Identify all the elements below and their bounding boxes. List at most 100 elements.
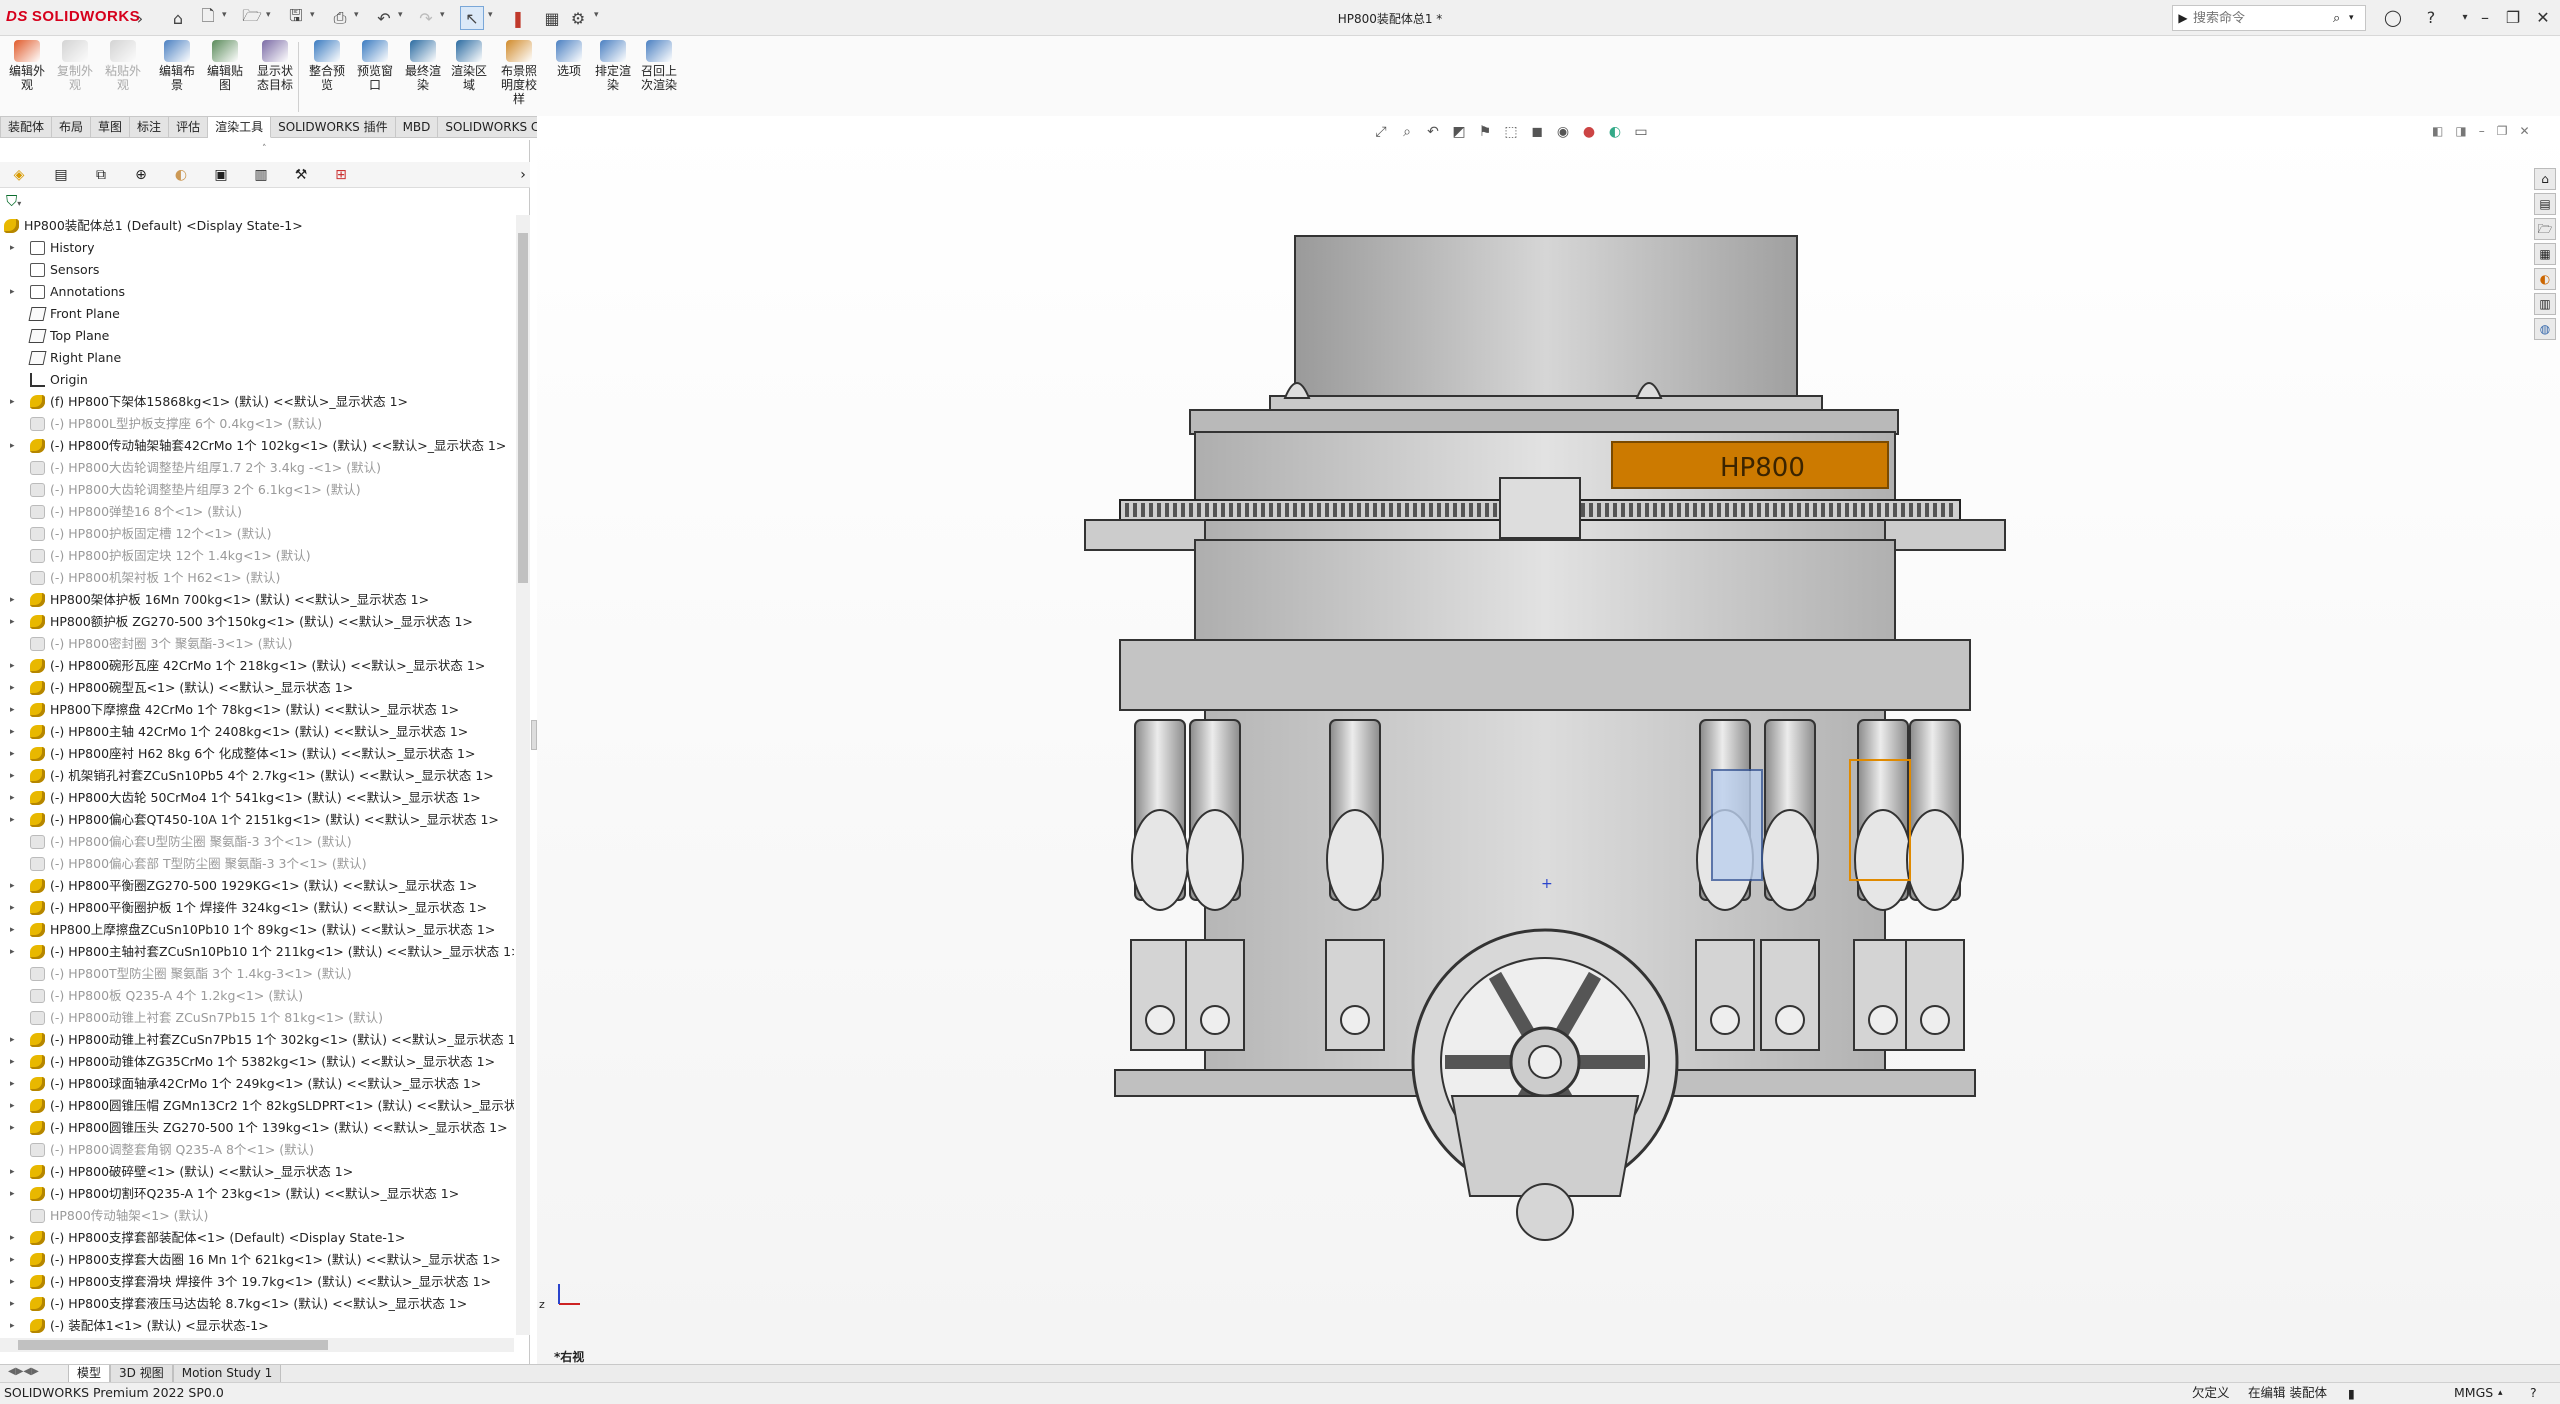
file-explorer-icon[interactable]: 🗁 — [2534, 218, 2556, 240]
apply-scene-icon[interactable]: ◐ — [1604, 122, 1626, 142]
print-icon[interactable]: ⎙ — [328, 6, 352, 30]
expand-arrow-icon[interactable]: ▸ — [10, 919, 15, 941]
ribbon-button-7[interactable]: 预览窗口 — [352, 40, 398, 92]
solidworks-resources-icon[interactable]: ⌂ — [2534, 168, 2556, 190]
command-tab-3[interactable]: 标注 — [130, 116, 170, 138]
rebuild-status-icon[interactable]: ▮ — [2348, 1384, 2355, 1404]
tree-item[interactable]: Origin — [0, 369, 514, 391]
tab-scroll-arrows[interactable]: ◀▶◀▶ — [8, 1366, 39, 1377]
help-icon[interactable]: ? — [2418, 5, 2444, 31]
minimize-icon[interactable]: – — [2472, 5, 2498, 31]
command-tab-0[interactable]: 装配体 — [0, 116, 53, 138]
tree-item[interactable]: ▸ (-) HP800大齿轮 50CrMo4 1个 541kg<1> (默认) <… — [0, 787, 514, 809]
tree-item[interactable]: Sensors — [0, 259, 514, 281]
expand-arrow-icon[interactable]: ▸ — [10, 721, 15, 743]
tree-item[interactable]: ▸ (-) HP800圆锥压帽 ZGMn13Cr2 1个 82kgSLDPRT<1… — [0, 1095, 514, 1117]
close-icon[interactable]: ✕ — [2530, 5, 2556, 31]
tree-item[interactable]: Right Plane — [0, 347, 514, 369]
ribbon-button-11[interactable]: 选项 — [546, 40, 592, 78]
zoom-to-area-icon[interactable]: ⌕ — [1396, 122, 1418, 142]
command-tab-6[interactable]: SOLIDWORKS 插件 — [271, 116, 396, 138]
bottom-tab-2[interactable]: Motion Study 1 — [172, 1365, 282, 1383]
expand-arrow-icon[interactable]: ▸ — [10, 1315, 15, 1335]
viewport-minimize-icon[interactable]: – — [2479, 124, 2485, 138]
search-dropdown-icon[interactable]: ▾ — [2349, 13, 2354, 23]
scrollbar-thumb[interactable] — [18, 1340, 328, 1350]
ribbon-button-0[interactable]: 编辑外观 — [4, 40, 50, 92]
expand-arrow-icon[interactable]: ▸ — [10, 743, 15, 765]
undo-icon[interactable]: ↶ — [372, 6, 396, 30]
display-manager-tab-icon[interactable]: ◐ — [170, 164, 192, 186]
design-library-icon[interactable]: ▤ — [2534, 193, 2556, 215]
options-gear-icon[interactable]: ⚙ — [566, 6, 590, 30]
tree-horizontal-scrollbar[interactable] — [0, 1338, 514, 1352]
panel-expand-icon[interactable]: › — [512, 164, 534, 186]
tree-item[interactable]: ▸ (-) HP800座衬 H62 8kg 6个 化成整体<1> (默认) <<默… — [0, 743, 514, 765]
restore-icon[interactable]: ❐ — [2500, 5, 2526, 31]
options-dropdown-icon[interactable]: ▾ — [594, 10, 599, 20]
tree-item[interactable]: ▸ (-) HP800球面轴承42CrMo 1个 249kg<1> (默认) <<… — [0, 1073, 514, 1095]
search-commands-box[interactable]: ▶ ⌕ ▾ — [2172, 5, 2366, 31]
expand-arrow-icon[interactable]: ▸ — [10, 1051, 15, 1073]
search-input[interactable] — [2193, 10, 2333, 26]
expand-arrow-icon[interactable]: ▸ — [10, 677, 15, 699]
expand-arrow-icon[interactable]: ▸ — [10, 875, 15, 897]
home-icon[interactable]: ⌂ — [166, 6, 190, 30]
command-tab-7[interactable]: MBD — [395, 116, 439, 138]
view-orientation-icon[interactable]: ⬚ — [1500, 122, 1522, 142]
tree-item[interactable]: ▸ History — [0, 237, 514, 259]
tree-item[interactable]: (-) HP800偏心套部 T型防尘圈 聚氨酯-3 3个<1> (默认) — [0, 853, 514, 875]
tree-item[interactable]: ▸ (-) HP800支撑套液压马达齿轮 8.7kg<1> (默认) <<默认>_… — [0, 1293, 514, 1315]
undo-dropdown-icon[interactable]: ▾ — [398, 10, 403, 20]
tree-item[interactable]: ▸ HP800架体护板 16Mn 700kg<1> (默认) <<默认>_显示状态… — [0, 589, 514, 611]
tree-item[interactable]: (-) HP800大齿轮调整垫片组厚3 2个 6.1kg<1> (默认) — [0, 479, 514, 501]
expand-arrow-icon[interactable]: ▸ — [10, 765, 15, 787]
ribbon-button-4[interactable]: 编辑贴图 — [202, 40, 248, 92]
display-style-icon[interactable]: ◼ — [1526, 122, 1548, 142]
new-document-icon[interactable]: 🗋 — [196, 6, 220, 30]
tree-item[interactable]: ▸ (-) HP800平衡圈ZG270-500 1929KG<1> (默认) <<… — [0, 875, 514, 897]
scrollbar-thumb[interactable] — [518, 233, 528, 583]
ribbon-button-10[interactable]: 布景照明度校样 — [496, 40, 542, 106]
tree-item[interactable]: ▸ (-) HP800切割环Q235-A 1个 23kg<1> (默认) <<默认… — [0, 1183, 514, 1205]
tree-item[interactable]: ▸ (-) HP800主轴衬套ZCuSn10Pb10 1个 211kg<1> (默… — [0, 941, 514, 963]
tree-item[interactable]: ▸ (-) HP800动锥上衬套ZCuSn7Pb15 1个 302kg<1> (默… — [0, 1029, 514, 1051]
ribbon-button-8[interactable]: 最终渲染 — [400, 40, 446, 92]
search-icon[interactable]: ⌕ — [2333, 11, 2349, 26]
zoom-to-fit-icon[interactable]: ⤢ — [1370, 122, 1392, 142]
expand-arrow-icon[interactable]: ▸ — [10, 1249, 15, 1271]
expand-arrow-icon[interactable]: ▸ — [10, 787, 15, 809]
filter-icon[interactable]: ⛉▾ — [6, 192, 21, 210]
hide-show-items-icon[interactable]: ◉ — [1552, 122, 1574, 142]
expand-arrow-icon[interactable]: ▸ — [10, 1095, 15, 1117]
crusher-model[interactable]: HP800 + z — [537, 116, 2560, 1364]
tree-item[interactable]: HP800装配体总1 (Default) <Display State-1> — [0, 215, 514, 237]
expand-arrow-icon[interactable]: ▸ — [10, 1293, 15, 1315]
tree-item[interactable]: (-) HP800偏心套U型防尘圈 聚氨酯-3 3个<1> (默认) — [0, 831, 514, 853]
tree-item[interactable]: ▸ HP800上摩擦盘ZCuSn10Pb10 1个 89kg<1> (默认) <<… — [0, 919, 514, 941]
solidworks-logo[interactable]: DS SOLIDWORKS — [6, 8, 140, 25]
tree-item[interactable]: ▸ (-) HP800碗型瓦<1> (默认) <<默认>_显示状态 1> — [0, 677, 514, 699]
panel-collapse-handle[interactable]: ˄ — [262, 144, 267, 154]
expand-arrow-icon[interactable]: ▸ — [10, 1073, 15, 1095]
previous-view-icon[interactable]: ↶ — [1422, 122, 1444, 142]
tree-item[interactable]: (-) HP800L型护板支撑座 6个 0.4kg<1> (默认) — [0, 413, 514, 435]
expand-arrow-icon[interactable]: ▸ — [10, 1271, 15, 1293]
tree-item[interactable]: ▸ (-) HP800支撑套大齿圈 16 Mn 1个 621kg<1> (默认) … — [0, 1249, 514, 1271]
tree-item[interactable]: (-) HP800弹垫16 8个<1> (默认) — [0, 501, 514, 523]
ribbon-button-13[interactable]: 召回上次渲染 — [636, 40, 682, 92]
expand-arrow-icon[interactable]: ▸ — [10, 1227, 15, 1249]
ribbon-button-3[interactable]: 编辑布景 — [154, 40, 200, 92]
open-dropdown-icon[interactable]: ▾ — [266, 10, 271, 20]
section-view-icon[interactable]: ◩ — [1448, 122, 1470, 142]
graphics-area[interactable]: HP800 + z ◧ ◨ – ❐ ✕ — [537, 116, 2560, 1364]
tree-item[interactable]: (-) HP800调整套角钢 Q235-A 8个<1> (默认) — [0, 1139, 514, 1161]
tree-item[interactable]: ▸ (-) 装配体1<1> (默认) <显示状态-1> — [0, 1315, 514, 1335]
ribbon-button-12[interactable]: 排定渲染 — [590, 40, 636, 92]
tree-item[interactable]: (-) HP800T型防尘圈 聚氨酯 3个 1.4kg-3<1> (默认) — [0, 963, 514, 985]
rebuild-icon[interactable]: ❚ — [506, 6, 530, 30]
tree-item[interactable]: (-) HP800密封圈 3个 聚氨酯-3<1> (默认) — [0, 633, 514, 655]
tree-item[interactable]: (-) HP800动锥上衬套 ZCuSn7Pb15 1个 81kg<1> (默认… — [0, 1007, 514, 1029]
expand-arrow-icon[interactable]: ▸ — [10, 1183, 15, 1205]
viewport-close-icon[interactable]: ✕ — [2519, 124, 2529, 138]
